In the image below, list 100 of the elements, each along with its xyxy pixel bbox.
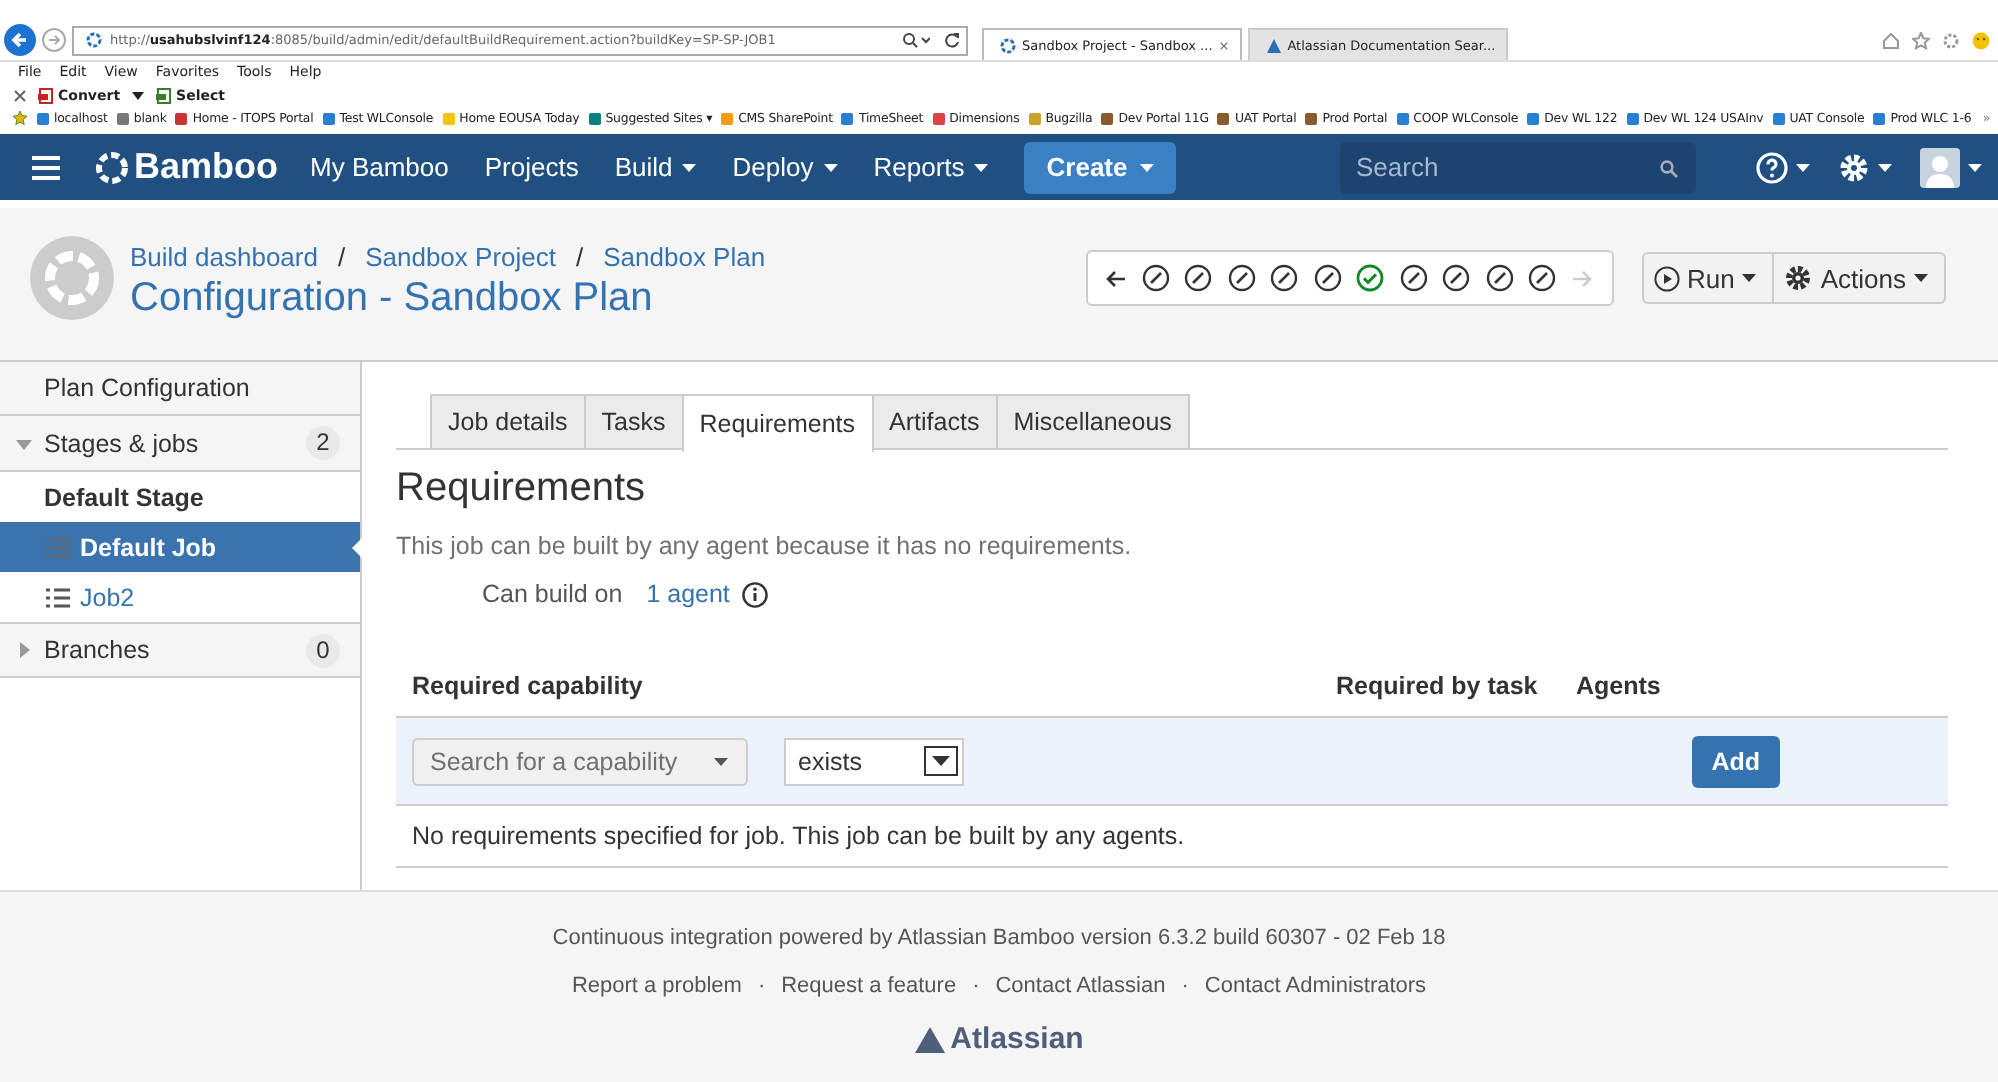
settings-icon [1838, 151, 1870, 183]
run-button[interactable]: Run [1641, 252, 1775, 304]
bookmark-icon [321, 111, 336, 125]
triangle-icon [1265, 37, 1282, 53]
success-check-icon[interactable] [1356, 264, 1384, 292]
not-built-icon[interactable] [1141, 264, 1169, 292]
breadcrumb-link[interactable]: Build dashboard [130, 241, 318, 271]
smiley-icon[interactable] [1972, 31, 1990, 49]
not-built-icon[interactable] [1227, 264, 1255, 292]
empty-message: No requirements specified for job. This job can be built by any agents. [396, 806, 1948, 868]
close-icon[interactable] [14, 89, 26, 101]
bookmark-icon [1216, 111, 1231, 125]
bookmark-icon [1395, 111, 1410, 125]
back-icon[interactable] [4, 24, 36, 56]
star-icon[interactable] [1912, 31, 1930, 49]
capability-field[interactable]: Search for a capability [412, 737, 748, 785]
bookmark-icon [840, 111, 855, 125]
bookmark-icon [1625, 111, 1640, 125]
expanded-triangle-icon[interactable] [16, 435, 32, 451]
page-icon [86, 32, 102, 48]
caret-icon[interactable] [132, 91, 145, 99]
not-built-icon[interactable] [1270, 264, 1298, 292]
footer-text: Continuous integration powered by Atlassian Bamboo version 6.3.2 build 60307 - 02 Feb 18 [552, 926, 1446, 950]
settings-button[interactable] [1838, 151, 1892, 183]
sidebar-job[interactable]: Job2 [0, 572, 360, 622]
page-title[interactable]: Configuration - Sandbox Plan [130, 275, 766, 321]
avatar-icon [1920, 147, 1960, 187]
bookmark-icon [174, 111, 189, 125]
not-built-icon[interactable] [1313, 264, 1341, 292]
bookmark-icon [931, 111, 946, 125]
favorites-star-icon[interactable] [12, 110, 28, 126]
nav-link[interactable]: Reports [873, 152, 989, 182]
caret-icon [1968, 163, 1982, 171]
not-built-icon[interactable] [1399, 264, 1427, 292]
sidebar-job[interactable]: Default Job [0, 522, 360, 572]
footer-link[interactable]: Report a problem [571, 974, 742, 998]
tab[interactable]: Tasks [583, 394, 684, 448]
caret-icon [974, 163, 989, 171]
app-logo[interactable]: Bamboo [134, 146, 278, 188]
bookmark-icon [587, 111, 602, 125]
footer-logo: Atlassian [950, 1022, 1084, 1056]
nav-link[interactable]: Projects [484, 152, 579, 182]
caret-icon [714, 757, 728, 765]
sidebar-group[interactable]: Stages & jobs 2 [0, 416, 360, 472]
agents-link[interactable]: 1 agent [646, 580, 730, 608]
sidebar-item[interactable]: Plan Configuration [0, 362, 360, 416]
info-icon[interactable] [741, 581, 768, 607]
document-icon [156, 87, 173, 103]
search-icon[interactable] [902, 32, 930, 48]
breadcrumb-link[interactable]: Sandbox Plan [603, 241, 766, 271]
actions-button[interactable]: Actions [1774, 252, 1946, 304]
condition-select[interactable]: exists [784, 737, 964, 785]
caret-icon [823, 163, 838, 171]
footer-link[interactable]: Contact Administrators [1204, 974, 1427, 998]
list-icon [46, 587, 70, 607]
breadcrumb-link[interactable]: Sandbox Project [365, 241, 556, 271]
sidebar-stage[interactable]: Default Stage [0, 472, 360, 522]
separator-dot: · [972, 974, 980, 998]
footer-link[interactable]: Request a feature [781, 974, 957, 998]
not-built-icon[interactable] [1442, 264, 1470, 292]
add-button[interactable]: Add [1691, 735, 1780, 787]
sidebar-group[interactable]: Branches 0 [0, 622, 360, 678]
caret-icon [682, 163, 697, 171]
caret-icon [1796, 163, 1810, 171]
not-built-icon[interactable] [1184, 264, 1212, 292]
not-built-icon[interactable] [1528, 264, 1556, 292]
separator-dot: · [1181, 974, 1189, 998]
bookmark-icon [1100, 111, 1115, 125]
caret-icon [1914, 274, 1928, 282]
menu-icon[interactable] [32, 155, 60, 179]
arrow-left-icon[interactable] [1106, 269, 1126, 287]
gear-icon[interactable] [1942, 31, 1960, 49]
tab[interactable]: Requirements [681, 394, 874, 452]
bookmark-icon [1027, 111, 1042, 125]
bookmark-icon [441, 111, 456, 125]
tab[interactable]: Miscellaneous [995, 394, 1190, 448]
column-header: Required capability [412, 672, 645, 700]
list-icon [46, 537, 70, 557]
nav-link[interactable]: My Bamboo [310, 152, 449, 182]
caret-icon [1742, 274, 1757, 282]
refresh-icon[interactable] [944, 32, 960, 48]
help-button[interactable] [1756, 151, 1810, 183]
bookmark-icon [1526, 111, 1541, 125]
nav-link[interactable]: Build [614, 152, 697, 182]
search-field[interactable]: Search [1340, 141, 1696, 193]
plan-avatar-icon [30, 236, 114, 320]
footer-link[interactable]: Contact Atlassian [995, 974, 1166, 998]
user-menu-button[interactable] [1920, 147, 1982, 187]
nav-link[interactable]: Deploy [732, 152, 838, 182]
description-text: This job can be built by any agent because it has no requirements. [396, 532, 1134, 560]
count-badge: 0 [306, 633, 340, 667]
bookmark-icon [1304, 111, 1319, 125]
tab[interactable]: Artifacts [871, 394, 998, 448]
tab[interactable]: Job details [430, 394, 586, 448]
create-button[interactable]: Create [1024, 141, 1176, 193]
home-icon[interactable] [1882, 31, 1900, 49]
collapsed-triangle-icon[interactable] [16, 642, 32, 658]
bookmark-icon [1872, 111, 1887, 125]
not-built-icon[interactable] [1485, 264, 1513, 292]
search-icon [1660, 159, 1678, 177]
